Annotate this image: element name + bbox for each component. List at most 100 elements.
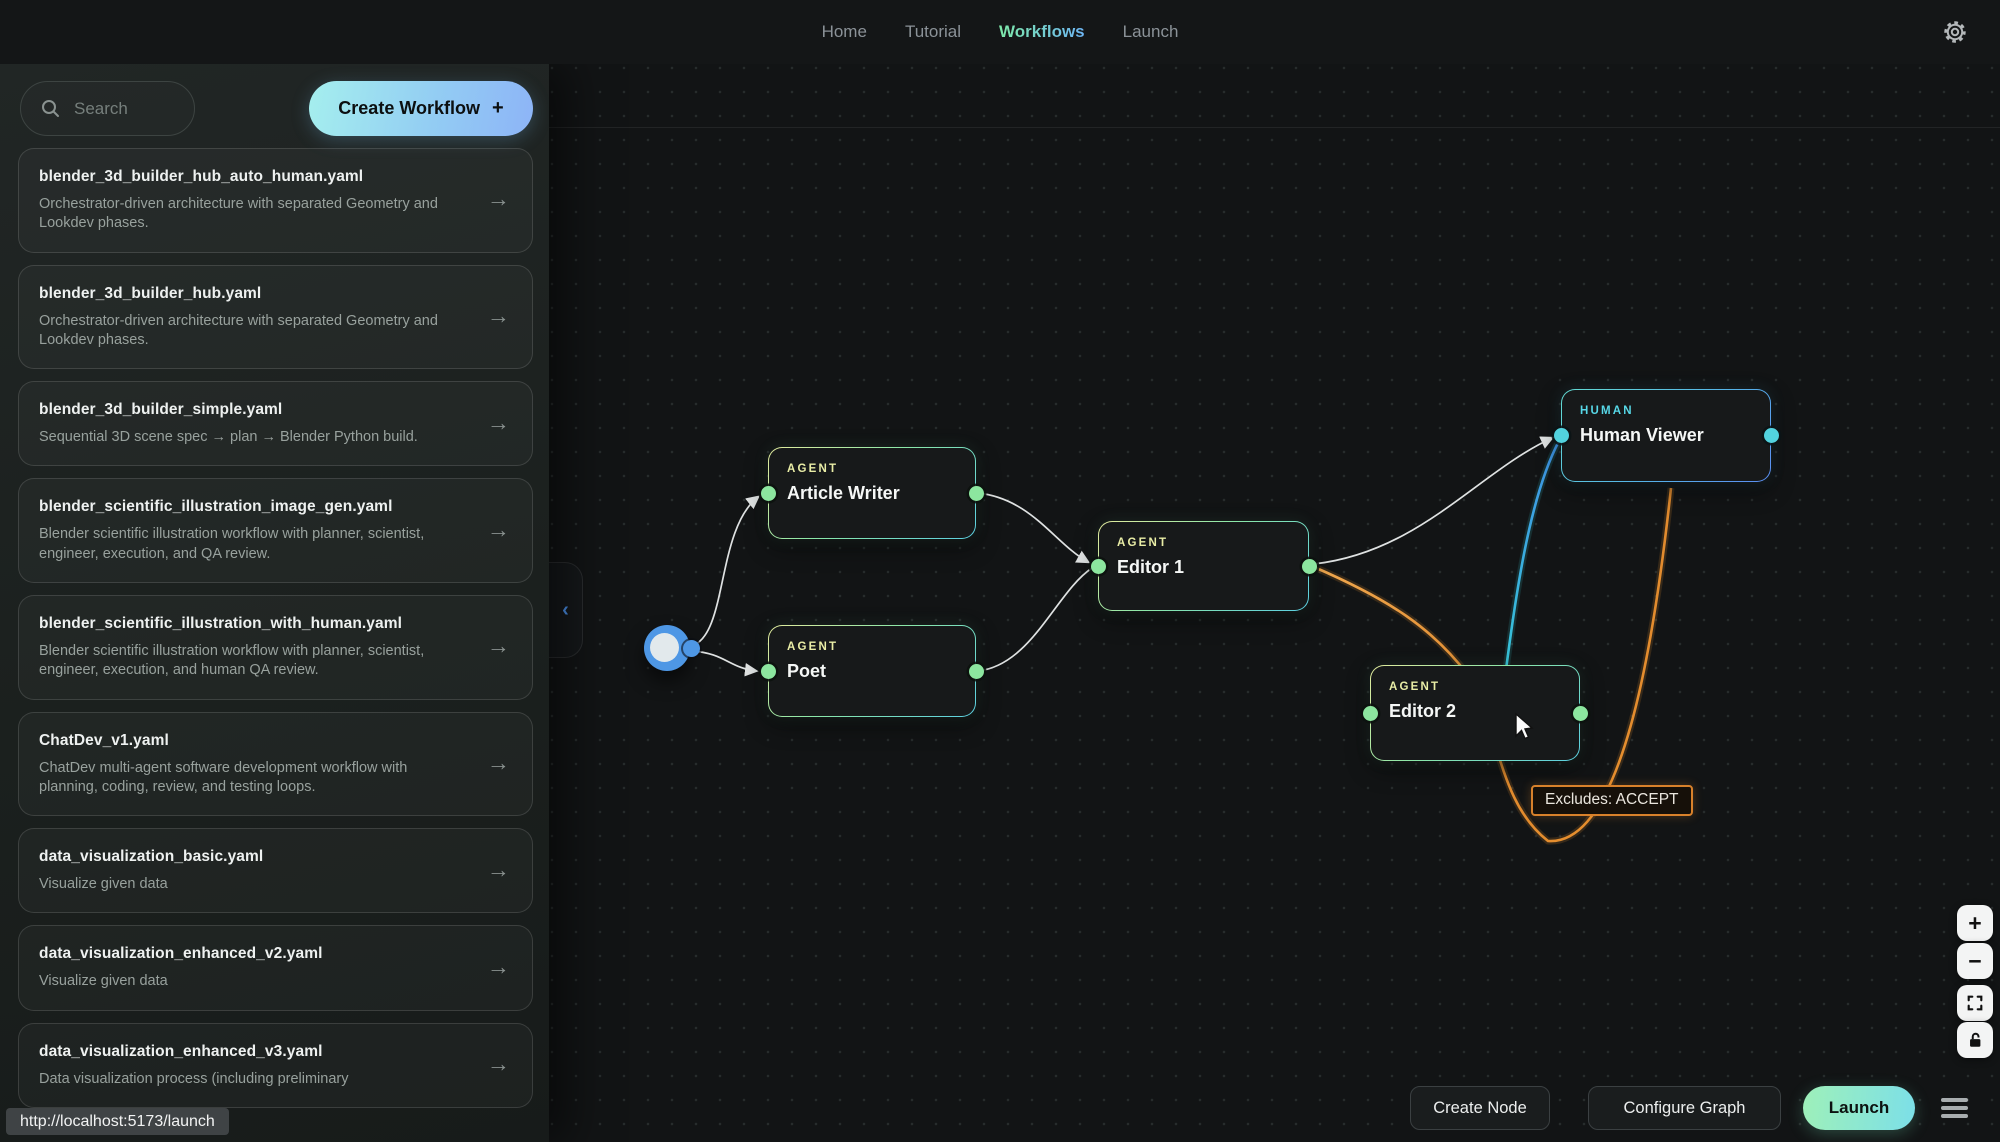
arrow-right-icon[interactable]: → bbox=[487, 953, 510, 980]
workflow-card[interactable]: blender_scientific_illustration_with_hum… bbox=[18, 595, 533, 700]
workflow-description: Visualize given data bbox=[39, 972, 439, 991]
settings-button[interactable] bbox=[1940, 17, 1970, 47]
workflow-card[interactable]: blender_3d_builder_simple.yaml Sequentia… bbox=[18, 381, 533, 466]
cursor-icon bbox=[1513, 712, 1539, 742]
workflow-sidebar: Create Workflow + blender_3d_builder_hub… bbox=[0, 64, 549, 1142]
node-type-label: AGENT bbox=[787, 641, 957, 653]
workflow-description: Visualize given data bbox=[39, 875, 439, 894]
node-title: Editor 1 bbox=[1117, 557, 1290, 578]
input-port[interactable] bbox=[761, 664, 776, 679]
output-port[interactable] bbox=[1302, 559, 1317, 574]
sidebar-toolbar: Create Workflow + bbox=[0, 64, 549, 142]
workflow-title: data_visualization_enhanced_v3.yaml bbox=[39, 1043, 512, 1061]
node-type-label: HUMAN bbox=[1580, 405, 1752, 417]
nav-workflows[interactable]: Workflows bbox=[999, 22, 1085, 42]
configure-graph-button[interactable]: Configure Graph bbox=[1588, 1086, 1781, 1130]
output-port[interactable] bbox=[969, 486, 984, 501]
node-title: Human Viewer bbox=[1580, 425, 1752, 446]
workflow-title: blender_3d_builder_hub_auto_human.yaml bbox=[39, 168, 512, 186]
node-title: Article Writer bbox=[787, 483, 957, 504]
node-poet[interactable]: AGENT Poet bbox=[768, 625, 976, 717]
node-type-label: AGENT bbox=[787, 463, 957, 475]
zoom-in-icon: + bbox=[1968, 910, 1981, 937]
input-port[interactable] bbox=[1554, 428, 1569, 443]
search-input[interactable] bbox=[74, 99, 174, 119]
input-port[interactable] bbox=[761, 486, 776, 501]
workflow-description: Orchestrator-driven architecture with se… bbox=[39, 312, 439, 351]
output-port[interactable] bbox=[1573, 706, 1588, 721]
arrow-right-icon[interactable]: → bbox=[487, 186, 510, 213]
workflow-title: data_visualization_enhanced_v2.yaml bbox=[39, 945, 512, 963]
edge-start-article-writer[interactable] bbox=[692, 497, 758, 646]
arrow-right-icon[interactable]: → bbox=[487, 633, 510, 660]
workflow-card[interactable]: ChatDev_v1.yaml ChatDev multi-agent soft… bbox=[18, 712, 533, 817]
workflow-title: data_visualization_basic.yaml bbox=[39, 848, 512, 866]
lock-button[interactable] bbox=[1957, 1022, 1993, 1058]
workflow-title: blender_scientific_illustration_with_hum… bbox=[39, 615, 512, 633]
workflow-description: Blender scientific illustration workflow… bbox=[39, 525, 439, 564]
workflow-card[interactable]: data_visualization_enhanced_v2.yaml Visu… bbox=[18, 925, 533, 1010]
nav-launch[interactable]: Launch bbox=[1123, 22, 1179, 42]
start-node[interactable] bbox=[644, 625, 690, 671]
arrow-right-icon[interactable]: → bbox=[487, 1051, 510, 1078]
workflow-title: blender_3d_builder_hub.yaml bbox=[39, 285, 512, 303]
edge-editor1-human-viewer[interactable] bbox=[1314, 438, 1552, 564]
workflow-description: ChatDev multi-agent software development… bbox=[39, 759, 439, 798]
workflow-card[interactable]: data_visualization_basic.yaml Visualize … bbox=[18, 828, 533, 913]
workflow-description: Orchestrator-driven architecture with se… bbox=[39, 195, 439, 234]
output-port[interactable] bbox=[1764, 428, 1779, 443]
nav-home[interactable]: Home bbox=[822, 22, 867, 42]
workflow-card[interactable]: data_visualization_enhanced_v3.yaml Data… bbox=[18, 1023, 533, 1108]
workflow-description: Sequential 3D scene spec → plan → Blende… bbox=[39, 428, 439, 447]
chevron-left-icon: ‹ bbox=[562, 600, 569, 620]
menu-button[interactable] bbox=[1941, 1092, 1975, 1124]
edge-start-poet[interactable] bbox=[692, 651, 756, 671]
workflow-title: blender_scientific_illustration_image_ge… bbox=[39, 498, 512, 516]
node-type-label: AGENT bbox=[1117, 537, 1290, 549]
node-human-viewer[interactable]: HUMAN Human Viewer bbox=[1561, 389, 1771, 482]
node-title: Poet bbox=[787, 661, 957, 682]
menu-icon bbox=[1941, 1098, 1968, 1102]
workflow-description: Data visualization process (including pr… bbox=[39, 1070, 439, 1089]
start-node-output-port[interactable] bbox=[683, 640, 700, 657]
arrow-right-icon[interactable]: → bbox=[487, 856, 510, 883]
input-port[interactable] bbox=[1363, 706, 1378, 721]
zoom-out-button[interactable]: − bbox=[1957, 943, 1993, 979]
edge-teal[interactable] bbox=[1502, 441, 1559, 700]
launch-button[interactable]: Launch bbox=[1803, 1086, 1915, 1130]
node-type-label: AGENT bbox=[1389, 681, 1561, 693]
zoom-out-icon: − bbox=[1968, 948, 1981, 975]
search-icon bbox=[41, 99, 60, 118]
workflow-card[interactable]: blender_3d_builder_hub_auto_human.yaml O… bbox=[18, 148, 533, 253]
edge-poet-editor1[interactable] bbox=[978, 568, 1092, 671]
start-node-core bbox=[650, 633, 679, 662]
sidebar-collapse-handle[interactable]: ‹ bbox=[549, 562, 583, 658]
node-editor-1[interactable]: AGENT Editor 1 bbox=[1098, 521, 1309, 611]
workflow-title: blender_3d_builder_simple.yaml bbox=[39, 401, 512, 419]
zoom-in-button[interactable]: + bbox=[1957, 905, 1993, 941]
workflow-list: blender_3d_builder_hub_auto_human.yaml O… bbox=[18, 148, 533, 1108]
fit-view-icon bbox=[1966, 994, 1984, 1012]
workflow-description: Blender scientific illustration workflow… bbox=[39, 642, 439, 681]
create-node-button[interactable]: Create Node bbox=[1410, 1086, 1550, 1130]
output-port[interactable] bbox=[969, 664, 984, 679]
nav-tutorial[interactable]: Tutorial bbox=[905, 22, 961, 42]
edge-condition-tooltip: Excludes: ACCEPT bbox=[1531, 785, 1693, 816]
fit-view-button[interactable] bbox=[1957, 985, 1993, 1021]
input-port[interactable] bbox=[1091, 559, 1106, 574]
create-workflow-button[interactable]: Create Workflow + bbox=[309, 81, 533, 136]
arrow-right-icon[interactable]: → bbox=[487, 516, 510, 543]
arrow-right-icon[interactable]: → bbox=[487, 409, 510, 436]
workflow-card[interactable]: blender_scientific_illustration_image_ge… bbox=[18, 478, 533, 583]
plus-icon: + bbox=[492, 97, 504, 120]
workflow-card[interactable]: blender_3d_builder_hub.yaml Orchestrator… bbox=[18, 265, 533, 370]
workflow-title: ChatDev_v1.yaml bbox=[39, 732, 512, 750]
arrow-right-icon[interactable]: → bbox=[487, 749, 510, 776]
edge-article-writer-editor1[interactable] bbox=[978, 493, 1088, 562]
search-box[interactable] bbox=[20, 81, 195, 136]
node-editor-2[interactable]: AGENT Editor 2 bbox=[1370, 665, 1580, 761]
arrow-right-icon[interactable]: → bbox=[487, 302, 510, 329]
gear-icon bbox=[1942, 19, 1968, 45]
top-navigation: Home Tutorial Workflows Launch bbox=[0, 0, 2000, 64]
node-article-writer[interactable]: AGENT Article Writer bbox=[768, 447, 976, 539]
